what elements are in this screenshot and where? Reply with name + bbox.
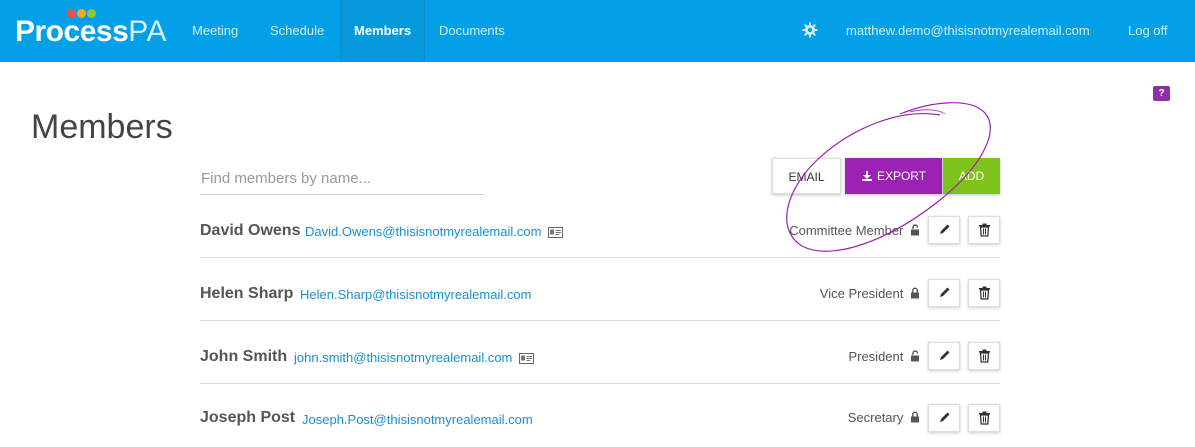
edit-button[interactable]	[928, 342, 960, 370]
member-search-input[interactable]	[200, 163, 484, 193]
pencil-icon	[940, 412, 950, 422]
add-member-button[interactable]: ADD	[943, 158, 1000, 194]
member-email-link[interactable]: Joseph.Post@thisisnotmyrealemail.com	[302, 412, 533, 427]
pencil-icon	[940, 287, 950, 297]
nav-documents[interactable]: Documents	[439, 0, 505, 62]
user-email-link[interactable]: matthew.demo@thisisnotmyrealemail.com	[846, 0, 1090, 62]
brand-name-bold: Process	[15, 15, 129, 48]
member-role-label: Committee Member	[789, 223, 904, 238]
nav-members[interactable]: Members	[340, 0, 426, 62]
member-email-link[interactable]: john.smith@thisisnotmyrealemail.com	[294, 350, 535, 365]
member-email: john.smith@thisisnotmyrealemail.com	[294, 350, 513, 365]
page-title: Members	[31, 108, 173, 146]
trash-icon	[979, 286, 990, 300]
member-name: John Smith	[200, 348, 288, 365]
member-row: David Owens David.Owens@thisisnotmyreale…	[200, 195, 1000, 258]
logoff-link[interactable]: Log off	[1128, 0, 1168, 62]
member-role-label: Secretary	[847, 410, 904, 425]
delete-button[interactable]	[968, 404, 1000, 432]
top-navbar: ProcessPA Meeting Schedule Members Docum…	[0, 0, 1195, 62]
pencil-icon	[940, 350, 950, 360]
member-row: Helen Sharp Helen.Sharp@thisisnotmyreale…	[200, 258, 1000, 321]
member-name: David Owens	[200, 222, 301, 239]
edit-button[interactable]	[928, 216, 960, 244]
delete-button[interactable]	[968, 279, 1000, 307]
id-card-icon[interactable]	[548, 227, 564, 238]
member-role-label: Vice President	[819, 286, 904, 301]
email-button[interactable]: EMAIL	[772, 158, 841, 194]
gear-icon[interactable]	[802, 22, 818, 38]
export-icon	[861, 171, 872, 181]
member-email: David.Owens@thisisnotmyrealemail.com	[305, 224, 542, 239]
edit-button[interactable]	[928, 404, 960, 432]
id-card-icon[interactable]	[519, 353, 535, 364]
unlock-icon[interactable]	[910, 350, 920, 362]
member-role: Secretary	[848, 410, 920, 425]
nav-schedule[interactable]: Schedule	[270, 0, 324, 62]
edit-button[interactable]	[928, 279, 960, 307]
export-button[interactable]: EXPORT	[845, 158, 942, 194]
member-role-label: President	[848, 349, 904, 364]
nav-meeting[interactable]: Meeting	[192, 0, 238, 62]
trash-icon	[979, 223, 990, 237]
delete-button[interactable]	[968, 342, 1000, 370]
delete-button[interactable]	[968, 216, 1000, 244]
lock-icon[interactable]	[910, 287, 920, 299]
member-row: John Smith john.smith@thisisnotmyrealema…	[200, 321, 1000, 384]
member-email-link[interactable]: Helen.Sharp@thisisnotmyrealemail.com	[300, 287, 531, 302]
trash-icon	[979, 411, 990, 425]
member-name: Helen Sharp	[200, 285, 294, 302]
brand-name-light: PA	[128, 15, 168, 48]
member-role: Committee Member	[789, 223, 920, 238]
trash-icon	[979, 349, 990, 363]
member-row: Joseph Post Joseph.Post@thisisnotmyreale…	[200, 384, 1000, 447]
member-email-link[interactable]: David.Owens@thisisnotmyrealemail.com	[305, 224, 564, 239]
search-field	[200, 163, 484, 195]
member-role: President	[848, 349, 920, 364]
pencil-icon	[940, 224, 950, 234]
member-name: Joseph Post	[200, 409, 296, 426]
unlock-icon[interactable]	[910, 224, 920, 236]
lock-icon[interactable]	[910, 411, 920, 423]
help-button[interactable]: ?	[1153, 86, 1170, 101]
export-label: EXPORT	[876, 169, 927, 183]
member-role: Vice President	[820, 286, 920, 301]
